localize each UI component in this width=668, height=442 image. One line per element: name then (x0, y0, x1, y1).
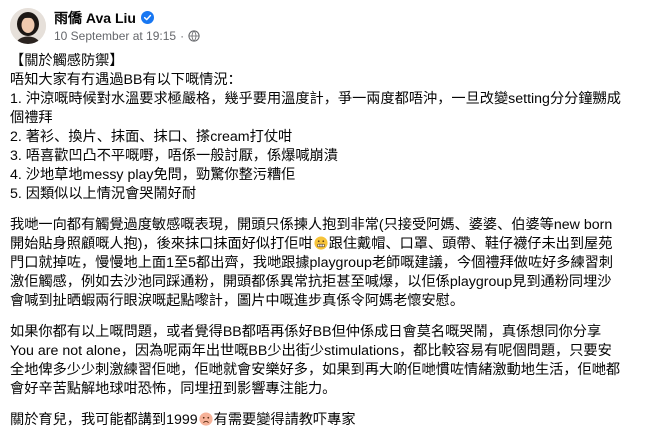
post-line: 2. 著衫、換片、抹面、抹口、搽cream打仗咁 (10, 129, 293, 145)
paragraph-2: 我哋一向都有觸覺過度敏感嘅表現，開頭只係揀人抱到非常(只接受阿媽、婆婆、伯婆等n… (10, 216, 660, 311)
globe-icon[interactable] (188, 29, 200, 42)
post-line: You are not alone，因為呢兩年出世嘅BB少出街少stimulat… (10, 343, 612, 359)
post-line: 激佢觸感，例如去沙池同踩通粉，開頭都係異常抗拒甚至喊爆，以佢係playgroup… (10, 274, 612, 290)
post-line: 1. 沖涼嘅時候對水溫要求極嚴格，幾乎要用溫度計，爭一兩度都唔沖，一旦改變set… (10, 91, 621, 107)
paragraph-1: 【關於觸感防禦】 唔知大家有冇遇過BB有以下嘅情況： 1. 沖涼嘅時候對水溫要求… (10, 52, 660, 204)
post-line: 【關於觸感防禦】 (10, 53, 124, 69)
post-line: 會好辛苦點解地球咁恐怖，同埋扭到影響專注能力。 (10, 381, 337, 397)
worried-emoji-icon (199, 412, 213, 426)
post-line: 會喊到扯晒蝦兩行眼淚嘅起點嚟計，圖片中嘅進步真係令阿媽老懷安慰。 (10, 293, 465, 309)
post-meta: 雨僑 Ava Liu 10 September at 19:15 · (54, 9, 200, 44)
post-body: 【關於觸感防禦】 唔知大家有冇遇過BB有以下嘅情況： 1. 沖涼嘅時候對水溫要求… (10, 52, 660, 442)
grimace-emoji-icon (314, 236, 328, 250)
author-avatar[interactable] (10, 8, 46, 44)
post-line: 門口就掉咗，慢慢地上面1至5都出齊，我哋跟據playgroup老師嘅建議，今個禮… (10, 255, 614, 271)
verified-badge-icon (140, 11, 154, 24)
time-row: 10 September at 19:15 · (54, 28, 200, 44)
avatar-image (10, 8, 46, 44)
post-line: 4. 沙地草地messy play免問，勁驚你整污糟佢 (10, 167, 296, 183)
post-header: 雨僑 Ava Liu 10 September at 19:15 · (10, 6, 200, 46)
post-line: 如果你都有以上嘅問題，或者覺得BB都唔再係好BB但仲係成日會莫名嘅哭鬧，真係想同… (10, 324, 602, 340)
post-line: 我哋一向都有觸覺過度敏感嘅表現，開頭只係揀人抱到非常(只接受阿媽、婆婆、伯婆等n… (10, 217, 613, 233)
post-line: 個禮拜 (10, 110, 53, 126)
facebook-post: 雨僑 Ava Liu 10 September at 19:15 · 【關於觸感… (0, 0, 668, 429)
post-line: 開始貼身照顧嘅人抱)，後來抹口抹面好似打佢咁 跟住戴帽、口罩、頭帶、鞋仔襪仔未出到… (10, 235, 660, 254)
post-line: 全地俾多少少刺激練習佢哋，佢哋就會安樂好多，如果到再大啲佢哋慣咗情緒激動地生活，… (10, 362, 621, 378)
post-line: 5. 因類似以上情況會哭鬧好耐 (10, 186, 197, 202)
paragraph-3: 如果你都有以上嘅問題，或者覺得BB都唔再係好BB但仲係成日會莫名嘅哭鬧，真係想同… (10, 323, 660, 399)
post-text: 有需要變得請教吓專家 (213, 412, 356, 428)
post-timestamp[interactable]: 10 September at 19:15 (54, 28, 176, 44)
post-text: 關於育兒，我可能都講到1999 (10, 412, 198, 428)
meta-separator: · (180, 28, 185, 43)
paragraph-4: 關於育兒，我可能都講到1999 有需要變得請教吓專家 (10, 411, 660, 430)
post-line: 關於育兒，我可能都講到1999 有需要變得請教吓專家 (10, 411, 660, 430)
post-text: 開始貼身照顧嘅人抱)，後來抹口抹面好似打佢咁 (10, 236, 313, 252)
post-text: 跟住戴帽、口罩、頭帶、鞋仔襪仔未出到屋苑 (328, 236, 613, 252)
author-row: 雨僑 Ava Liu (54, 9, 200, 27)
post-line: 3. 唔喜歡凹凸不平嘅嘢，唔係一般討厭，係爆喊崩潰 (10, 148, 338, 164)
author-name[interactable]: 雨僑 Ava Liu (54, 9, 136, 27)
post-line: 唔知大家有冇遇過BB有以下嘅情況： (10, 72, 242, 88)
